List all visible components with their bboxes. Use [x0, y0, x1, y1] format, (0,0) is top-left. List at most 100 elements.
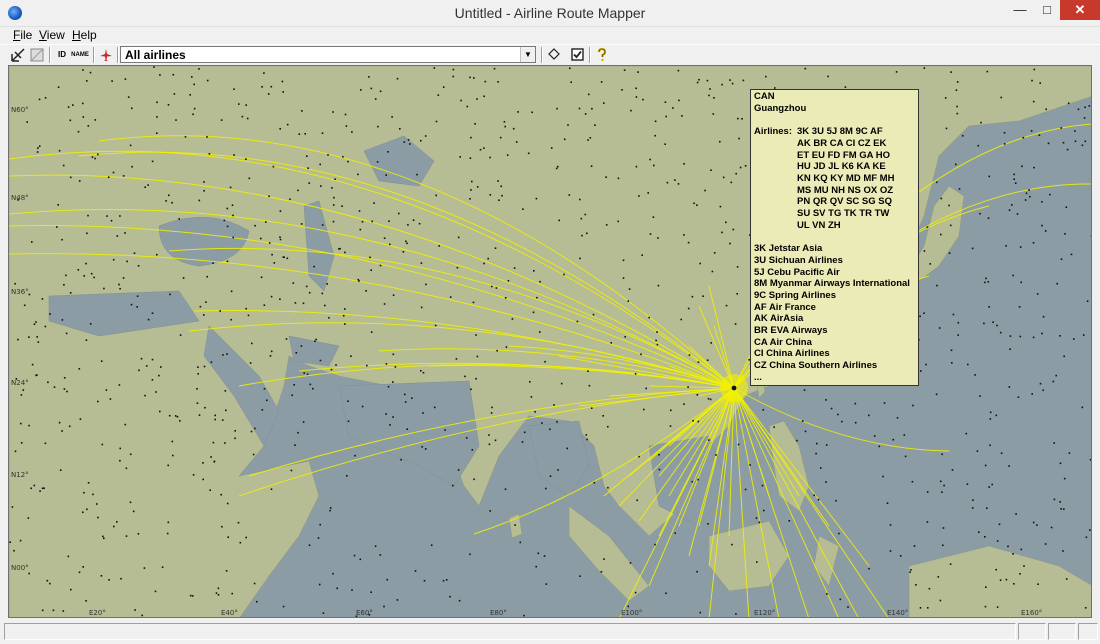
- menu-help[interactable]: Help: [72, 28, 97, 42]
- minimize-button[interactable]: —: [1006, 0, 1034, 20]
- airport-dot: [39, 490, 41, 492]
- airport-dot: [696, 204, 698, 206]
- airport-dot: [402, 251, 405, 253]
- help-button[interactable]: [592, 46, 612, 64]
- airport-dot: [347, 160, 349, 163]
- lon-label: E80°: [490, 609, 507, 617]
- airport-dot: [722, 176, 725, 179]
- airport-dot: [22, 389, 25, 391]
- airport-dot: [940, 197, 943, 200]
- airport-dot: [452, 75, 454, 78]
- airport-dot: [35, 321, 37, 323]
- airport-dot: [719, 205, 722, 208]
- diamond-button[interactable]: [544, 46, 564, 64]
- airport-dot: [1032, 100, 1035, 103]
- airport-dot: [133, 252, 136, 254]
- airport-dot: [687, 241, 690, 244]
- airport-dot: [231, 592, 233, 595]
- airport-dot: [205, 301, 207, 303]
- airport-dot: [411, 397, 413, 399]
- airline-select[interactable]: All airlines ▼: [120, 46, 536, 63]
- airport-dot: [514, 524, 516, 526]
- airport-dot: [570, 81, 572, 83]
- airport-dot: [956, 112, 959, 115]
- airport-dot: [935, 393, 938, 396]
- airport-dot: [923, 67, 926, 69]
- airport-dot: [37, 341, 40, 343]
- airport-dot: [658, 453, 660, 456]
- close-button[interactable]: ✕: [1060, 0, 1100, 20]
- airport-dot: [335, 364, 337, 366]
- airport-dot: [44, 442, 47, 445]
- airport-dot: [254, 427, 256, 430]
- airport-dot: [691, 295, 694, 298]
- airport-dot: [949, 224, 952, 227]
- airport-dot: [351, 589, 353, 591]
- airport-dot: [238, 103, 240, 105]
- airport-dot: [420, 139, 422, 142]
- airport-dot: [392, 381, 394, 383]
- airport-dot: [110, 219, 113, 222]
- airport-dot: [1032, 521, 1035, 524]
- airport-dot: [82, 102, 84, 105]
- airport-dot: [941, 453, 943, 456]
- status-bar: [0, 620, 1100, 644]
- airport-dot: [1090, 235, 1091, 237]
- airport-dot: [470, 189, 472, 191]
- airport-dot: [1005, 578, 1008, 581]
- chevron-down-icon[interactable]: ▼: [520, 47, 535, 62]
- airport-dot: [923, 312, 925, 314]
- menu-file[interactable]: File: [13, 28, 32, 42]
- airport-dot: [20, 394, 23, 396]
- airport-dot: [1008, 465, 1010, 467]
- airport-dot: [532, 311, 535, 314]
- airport-dot: [693, 202, 695, 205]
- map-image-button[interactable]: [27, 46, 47, 64]
- airport-dot: [452, 484, 454, 487]
- airport-dot: [984, 464, 987, 467]
- airport-dot: [209, 489, 211, 491]
- airport-dot: [387, 151, 389, 153]
- airport-dot: [124, 78, 127, 80]
- map-canvas[interactable]: [9, 66, 1092, 618]
- airport-dot: [1068, 452, 1071, 454]
- airport-dot: [112, 171, 115, 174]
- airport-dot: [58, 421, 61, 424]
- airport-dot: [107, 176, 110, 178]
- airport-dot: [652, 216, 655, 218]
- airport-dot: [697, 420, 700, 423]
- airport-dot: [385, 174, 387, 176]
- airport-dot: [61, 319, 64, 321]
- airport-dot: [1039, 82, 1041, 84]
- airport-dot: [58, 149, 61, 152]
- airport-dot: [664, 101, 667, 103]
- airport-dot: [475, 334, 477, 336]
- airport-dot: [1042, 315, 1045, 318]
- airport-dot: [471, 449, 474, 451]
- airport-dot: [591, 107, 593, 110]
- airport-dot: [182, 277, 185, 279]
- airport-dot: [31, 241, 33, 243]
- airport-dot: [957, 321, 960, 324]
- route-map[interactable]: N60° N48° N36° N24° N12° N00° E20° E40° …: [8, 65, 1092, 618]
- airplane-button[interactable]: [96, 46, 116, 64]
- airport-dot: [41, 609, 44, 612]
- airport-dot: [1024, 199, 1027, 201]
- airport-dot: [122, 175, 125, 177]
- airport-dot: [496, 349, 498, 352]
- show-name-button[interactable]: NAME: [69, 46, 91, 64]
- airport-dot: [203, 190, 205, 192]
- checkbox-button[interactable]: [567, 46, 587, 64]
- airport-dot: [556, 107, 558, 110]
- menu-view[interactable]: View: [39, 28, 65, 42]
- airport-dot: [1038, 134, 1041, 136]
- airport-dot: [984, 281, 986, 284]
- airport-dot: [1066, 148, 1069, 151]
- airport-dot: [303, 372, 305, 374]
- airport-dot: [193, 107, 196, 110]
- airport-dot: [227, 536, 229, 538]
- maximize-button[interactable]: □: [1034, 0, 1060, 20]
- airport-dot: [171, 440, 174, 443]
- airport-dot: [129, 144, 132, 147]
- map-style-button[interactable]: [8, 46, 28, 64]
